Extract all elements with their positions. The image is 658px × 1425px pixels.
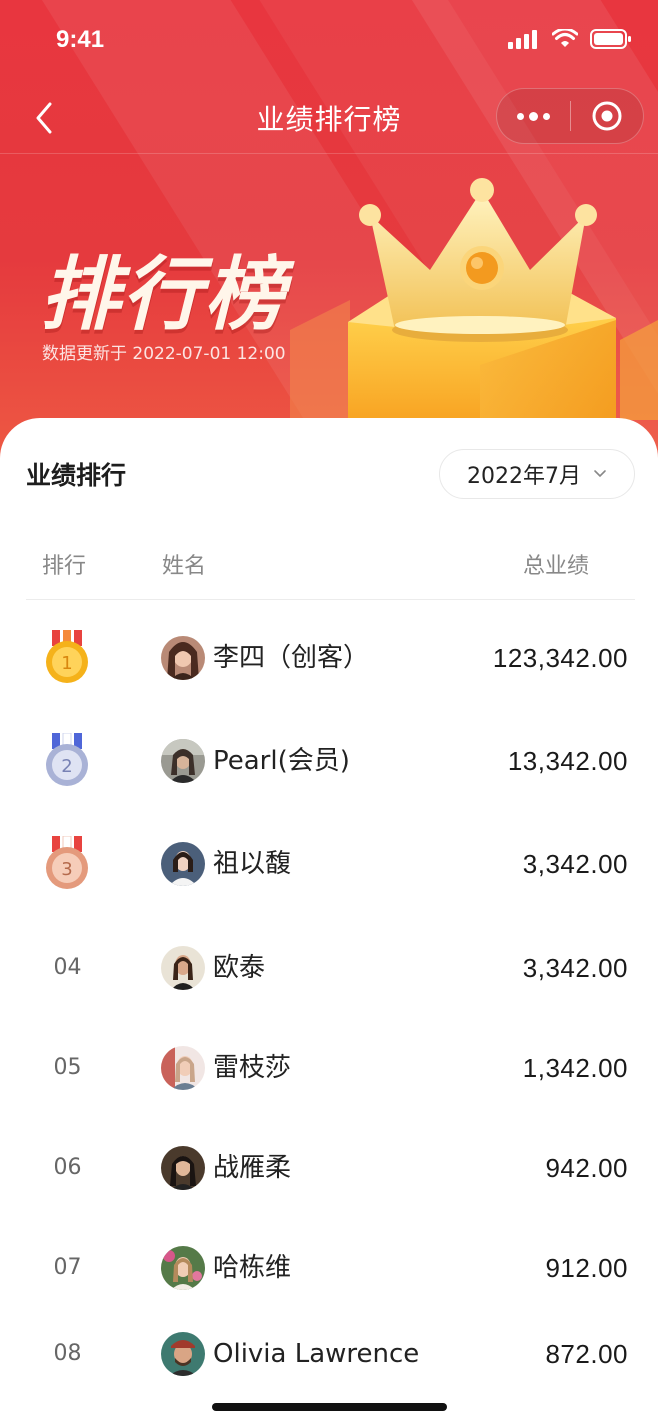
ranking-row[interactable]: 08 Olivia Lawrence 872.00	[0, 1314, 658, 1394]
member-name: 战雁柔	[213, 1153, 292, 1183]
target-close-icon	[592, 101, 622, 131]
nav-bar: 业绩排行榜	[0, 80, 658, 154]
ranking-row[interactable]: 3 祖以馥 3,342.00	[0, 824, 658, 904]
rank-number: 06	[53, 1155, 82, 1180]
member-total: 13,342.00	[507, 746, 628, 776]
column-header-total: 总业绩	[523, 554, 590, 579]
ranking-row[interactable]: 05 雷枝莎 1,342.00	[0, 1028, 658, 1108]
ranking-row[interactable]: 04 欧泰 3,342.00	[0, 928, 658, 1008]
member-total: 123,342.00	[492, 643, 628, 673]
rank-number: 07	[53, 1255, 82, 1280]
member-total: 1,342.00	[522, 1053, 628, 1083]
month-selector-value: 2022年7月	[467, 464, 581, 489]
section-title: 业绩排行	[26, 461, 127, 490]
crown-box-illustration	[290, 178, 658, 420]
member-total: 3,342.00	[522, 849, 628, 879]
avatar	[161, 1146, 205, 1190]
member-name: 哈栋维	[213, 1253, 292, 1283]
status-icons	[508, 28, 632, 50]
ranking-row[interactable]: 2 Pearl(会员) 13,342.00	[0, 721, 658, 801]
column-header-name: 姓名	[162, 554, 207, 579]
close-button[interactable]	[571, 88, 643, 144]
ranking-row[interactable]: 07 哈栋维 912.00	[0, 1228, 658, 1308]
rank-number: 08	[53, 1341, 82, 1366]
member-total: 3,342.00	[522, 953, 628, 983]
column-header-rank: 排行	[42, 554, 87, 579]
update-time: 数据更新于 2022-07-01 12:00	[42, 344, 286, 364]
silver-medal-icon: 2	[46, 733, 88, 786]
avatar	[161, 1332, 205, 1376]
member-total: 912.00	[545, 1253, 628, 1283]
rank-number: 04	[53, 955, 82, 980]
member-name: Pearl(会员)	[213, 746, 350, 776]
member-total: 942.00	[545, 1153, 628, 1183]
medal-rank: 3	[61, 859, 72, 880]
avatar	[161, 1046, 205, 1090]
member-name: 欧泰	[213, 953, 266, 983]
member-name: 雷枝莎	[213, 1053, 292, 1083]
header-divider	[26, 599, 635, 600]
rank-number: 05	[53, 1055, 82, 1080]
member-name: Olivia Lawrence	[213, 1339, 420, 1369]
hero-title: 排行榜	[40, 248, 286, 341]
status-time: 9:41	[56, 26, 105, 53]
bronze-medal-icon: 3	[46, 836, 88, 889]
hero-banner: 9:41 业绩排行榜 排行榜 数据更新于 2022-07-01 12:00	[0, 0, 658, 470]
medal-rank: 2	[61, 756, 72, 777]
nav-divider	[0, 153, 658, 154]
signal-icon	[508, 30, 537, 49]
member-name: 祖以馥	[213, 849, 292, 879]
month-selector[interactable]: 2022年7月	[439, 449, 635, 499]
home-indicator	[212, 1403, 447, 1411]
wifi-icon	[552, 29, 578, 47]
medal-rank: 1	[61, 653, 72, 674]
ranking-row[interactable]: 1 李四（创客） 123,342.00	[0, 618, 658, 698]
battery-icon	[590, 29, 631, 49]
chevron-down-icon	[594, 470, 606, 478]
ranking-row[interactable]: 06 战雁柔 942.00	[0, 1128, 658, 1208]
avatar	[161, 1246, 205, 1290]
avatar	[161, 842, 205, 886]
gold-medal-icon: 1	[46, 630, 88, 683]
ranking-panel: 业绩排行 2022年7月 排行 姓名 总业绩 1 李四（创客） 123,342.…	[0, 418, 658, 1425]
status-bar: 9:41	[0, 0, 658, 80]
more-button[interactable]	[497, 88, 570, 144]
mini-program-capsule	[496, 88, 644, 144]
member-total: 872.00	[545, 1339, 628, 1369]
avatar	[161, 946, 205, 990]
avatar	[161, 636, 205, 680]
member-name: 李四（创客）	[213, 643, 370, 673]
avatar	[161, 739, 205, 783]
